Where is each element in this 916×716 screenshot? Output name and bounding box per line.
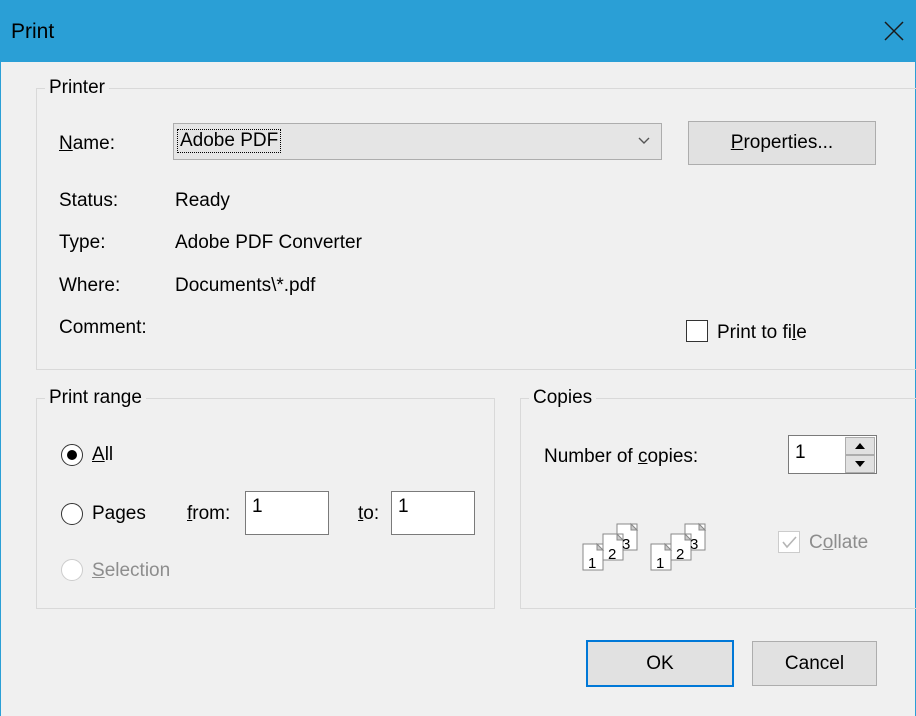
ok-button[interactable]: OK [586, 640, 734, 687]
dialog-title: Print [11, 20, 55, 43]
increment-button[interactable] [845, 437, 875, 455]
page-digit: 1 [656, 555, 664, 572]
print-dialog: Print Printer Name: Adobe PDF Properties… [0, 0, 916, 716]
from-input[interactable]: 1 [245, 491, 329, 535]
selection-label[interactable]: Selection [92, 560, 170, 582]
radio-selected-dot [67, 450, 77, 460]
printer-name-value: Adobe PDF [176, 129, 282, 153]
page-digit: 1 [588, 555, 596, 572]
collated-pages-icon: 1 2 3 [582, 522, 639, 572]
selection-radio[interactable] [61, 559, 83, 581]
close-icon [884, 21, 904, 41]
collate-label[interactable]: Collate [809, 532, 868, 554]
title-bar: Print [1, 0, 916, 62]
from-label: from: [187, 503, 231, 524]
properties-button[interactable]: Properties... [688, 121, 876, 165]
collate-illustration-set-2: 1 2 3 [649, 520, 719, 572]
printer-group-label: Printer [45, 77, 109, 99]
to-label: to: [358, 503, 380, 524]
dropdown-arrow[interactable] [627, 124, 661, 159]
pages-label[interactable]: Pages [92, 503, 146, 525]
collated-pages-icon: 1 2 3 [650, 522, 707, 572]
copies-group: Copies [520, 387, 916, 609]
decrement-button[interactable] [845, 455, 875, 473]
page-digit: 2 [676, 546, 684, 563]
cancel-button[interactable]: Cancel [752, 641, 877, 686]
type-label: Type: [59, 232, 106, 253]
print-to-file-label[interactable]: Print to file [717, 322, 807, 344]
arrow-down-icon [855, 461, 865, 467]
all-label[interactable]: All [92, 444, 113, 466]
where-label: Where: [59, 275, 121, 296]
comment-label: Comment: [59, 317, 147, 338]
printer-name-select[interactable]: Adobe PDF [173, 123, 662, 160]
copies-spinner[interactable]: 1 [788, 435, 877, 474]
copies-value: 1 [795, 442, 806, 463]
number-of-copies-label: Number of copies: [544, 446, 699, 467]
page-digit: 3 [690, 536, 698, 553]
arrow-up-icon [855, 443, 865, 449]
print-to-file-checkbox[interactable] [686, 320, 708, 342]
page-digit: 2 [608, 546, 616, 563]
print-range-group-label: Print range [45, 387, 146, 409]
to-input[interactable]: 1 [391, 491, 475, 535]
status-label: Status: [59, 190, 119, 211]
chevron-down-icon [638, 137, 650, 144]
type-value: Adobe PDF Converter [175, 232, 362, 253]
page-digit: 3 [622, 536, 630, 553]
close-button[interactable] [879, 16, 909, 46]
collate-checkbox[interactable] [778, 531, 800, 553]
properties-button-label: Properties... [730, 132, 834, 153]
name-label: Name: [59, 133, 115, 154]
status-value: Ready [175, 190, 230, 211]
where-value: Documents\*.pdf [175, 275, 316, 296]
checkmark-icon [782, 536, 797, 549]
collate-illustration-set-1: 1 2 3 [581, 520, 651, 572]
copies-group-label: Copies [529, 387, 597, 409]
all-radio[interactable] [61, 444, 83, 466]
pages-radio[interactable] [61, 503, 83, 525]
